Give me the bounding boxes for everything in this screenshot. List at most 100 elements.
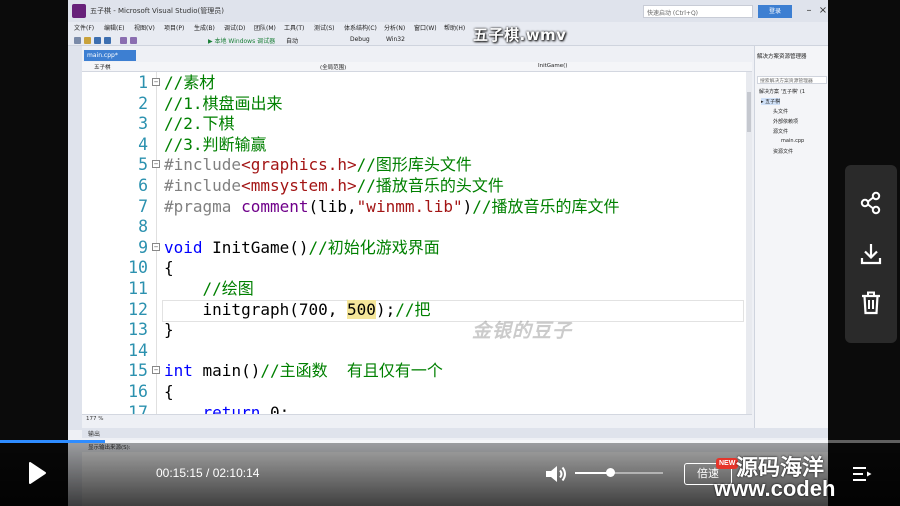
vs-platform-select: Win32 <box>386 36 405 43</box>
volume-knob[interactable] <box>605 468 615 477</box>
code-token: //播放音乐的头文件 <box>356 176 504 195</box>
video-player: 五子棋 - Microsoft Visual Studio(管理员) 快速启动 … <box>0 0 900 506</box>
code-line: 7 #pragma comment(lib,"winmm.lib")//播放音乐的… <box>82 196 746 217</box>
progress-fill <box>0 440 106 443</box>
line-number: 6 <box>138 176 148 195</box>
brand-watermark-url: www.codeh <box>714 476 836 501</box>
code-line: 9− void InitGame()//初始化游戏界面 <box>82 237 746 258</box>
code-text: } <box>164 319 174 340</box>
playlist-button[interactable] <box>851 464 873 484</box>
vs-left-toolbox-strip <box>68 46 82 430</box>
line-number: 8 <box>138 217 148 237</box>
code-token: initgraph(700, <box>164 299 348 319</box>
code-token: { <box>164 258 174 278</box>
vs-start-debug-button: ▶ 本地 Windows 调试器 <box>208 38 276 45</box>
vs-menu-item: 文件(F) <box>74 25 95 32</box>
line-number: 3 <box>138 114 148 134</box>
code-token: //素材 <box>164 73 216 92</box>
volume-slider[interactable] <box>575 472 663 474</box>
code-line: 2 //1.棋盘画出来 <box>82 93 746 114</box>
code-token: InitGame() <box>202 237 309 257</box>
volume-button[interactable] <box>543 462 569 486</box>
line-number: 16 <box>128 382 148 401</box>
vs-menu-item: 帮助(H) <box>444 25 466 32</box>
vs-toolbar: ▶ 本地 Windows 调试器 自动 Debug Win32 <box>68 34 828 46</box>
vs-menu-item: 分析(N) <box>384 25 406 32</box>
delete-button[interactable] <box>855 287 887 319</box>
vs-menu-item: 工具(T) <box>284 25 305 32</box>
share-button[interactable] <box>855 187 887 219</box>
line-number: 17 <box>128 402 148 414</box>
download-icon <box>860 244 882 265</box>
code-token: ) <box>462 196 473 216</box>
fold-toggle-icon: − <box>152 160 160 169</box>
zoom-level: 177 % <box>86 416 104 422</box>
code-token: main() <box>192 361 261 381</box>
editor-vertical-scrollbar <box>746 72 752 414</box>
code-text: #include<graphics.h>//图形库头文件 <box>164 154 472 175</box>
code-line: 1−//素材 <box>82 72 746 93</box>
trash-icon <box>862 291 880 315</box>
nav-project: 五子棋 <box>94 65 111 71</box>
line-number: 11 <box>128 279 148 298</box>
vs-menu-item: 生成(B) <box>194 25 215 32</box>
side-action-panel <box>845 165 897 343</box>
redo-icon <box>130 37 137 44</box>
output-panel-title: 输出 <box>82 428 828 438</box>
code-token: //3.判断输赢 <box>164 134 267 154</box>
editor-scroll-thumb <box>747 92 751 132</box>
share-icon <box>860 191 881 215</box>
code-token: //播放音乐的库文件 <box>472 196 620 216</box>
line-number: 4 <box>138 134 148 154</box>
code-line: 6 #include<mmsystem.h>//播放音乐的头文件 <box>82 175 746 196</box>
vs-config-select: Debug <box>350 36 370 43</box>
play-button[interactable] <box>24 456 50 490</box>
code-text: //2.下棋 <box>164 113 235 134</box>
code-token: #include <box>164 155 242 175</box>
solution-tree-item: main.cpp <box>781 138 805 144</box>
code-text: void InitGame()//初始化游戏界面 <box>164 237 440 258</box>
code-text: #include<mmsystem.h>//播放音乐的头文件 <box>164 175 504 196</box>
code-token: //绘图 <box>164 279 254 298</box>
code-token: <mmsystem.h> <box>241 176 357 195</box>
line-number: 9 <box>138 237 148 257</box>
code-token: ); <box>375 299 396 319</box>
time-display: 00:15:15 / 02:10:14 <box>156 466 260 480</box>
open-folder-icon <box>84 37 91 44</box>
code-line: 11 //绘图 <box>82 278 746 299</box>
code-line: 4 //3.判断输赢 <box>82 134 746 155</box>
vs-login-button: 登录 <box>758 5 792 18</box>
code-token: comment <box>231 196 309 216</box>
vs-menu-item: 体系结构(C) <box>344 25 377 32</box>
solution-explorer: 解决方案资源管理器 搜索解决方案资源管理器 解决方案 '五子棋' (1 ▸ 五子棋… <box>754 46 828 428</box>
playlist-icon <box>853 467 872 481</box>
code-text: int main()//主函数 有且仅有一个 <box>164 360 443 381</box>
code-token: <graphics.h> <box>241 155 357 175</box>
solution-tree-item: 源文件 <box>773 129 789 135</box>
code-token: "winmm.lib" <box>356 196 463 216</box>
code-line: 16 { <box>82 381 746 402</box>
code-line: 13} <box>82 319 746 340</box>
code-token: return <box>164 402 261 414</box>
code-token: (lib, <box>308 196 357 216</box>
code-token: } <box>164 320 174 340</box>
vs-menu-item: 窗口(W) <box>414 25 437 32</box>
progress-bar[interactable] <box>0 440 900 443</box>
volume-fill <box>575 472 611 474</box>
code-text: #pragma comment(lib,"winmm.lib")//播放音乐的库… <box>164 196 620 217</box>
solution-tree-item: 解决方案 '五子棋' (1 <box>759 89 806 95</box>
code-token: //1.棋盘画出来 <box>164 93 283 113</box>
selected-token: 500 <box>347 299 376 319</box>
line-number: 10 <box>128 258 148 278</box>
code-token: //主函数 有且仅有一个 <box>260 361 443 381</box>
code-token: void <box>164 237 203 257</box>
code-text: //3.判断输赢 <box>164 134 267 155</box>
download-button[interactable] <box>855 238 887 270</box>
video-title: 五子棋.wmv <box>473 26 567 44</box>
vs-window-title: 五子棋 - Microsoft Visual Studio(管理员) <box>90 7 224 15</box>
fold-toggle-icon: − <box>152 242 160 251</box>
code-text: return 0; <box>164 402 290 414</box>
code-token: int <box>164 361 193 381</box>
code-text: initgraph(700, 500);//把 <box>164 299 430 320</box>
fold-toggle-icon: − <box>152 366 160 375</box>
